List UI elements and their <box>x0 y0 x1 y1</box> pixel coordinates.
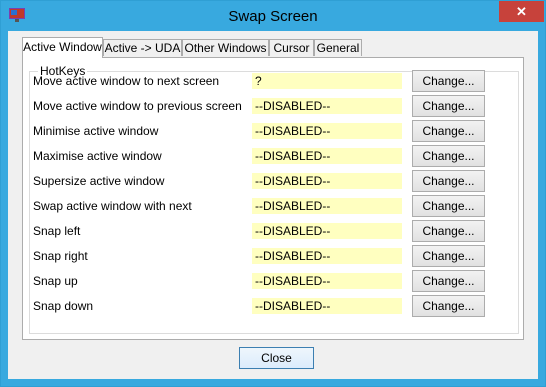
change-button[interactable]: Change... <box>412 145 485 167</box>
frame-bottom <box>1 379 545 386</box>
hotkey-row-previous-screen: Move active window to previous screen --… <box>30 95 520 117</box>
hotkey-row-snap-right: Snap right --DISABLED-- Change... <box>30 245 520 267</box>
hotkey-label: Snap right <box>33 249 88 263</box>
tab-cursor[interactable]: Cursor <box>269 39 314 56</box>
change-button[interactable]: Change... <box>412 170 485 192</box>
hotkey-value: --DISABLED-- <box>252 223 402 239</box>
change-button[interactable]: Change... <box>412 120 485 142</box>
hotkey-row-minimise: Minimise active window --DISABLED-- Chan… <box>30 120 520 142</box>
hotkey-label: Minimise active window <box>33 124 159 138</box>
tab-general[interactable]: General <box>314 39 362 56</box>
hotkey-value: --DISABLED-- <box>252 173 402 189</box>
change-button[interactable]: Change... <box>412 245 485 267</box>
hotkey-row-snap-left: Snap left --DISABLED-- Change... <box>30 220 520 242</box>
hotkey-row-next-screen: Move active window to next screen ? Chan… <box>30 70 520 92</box>
tab-active-window[interactable]: Active Window <box>22 37 103 58</box>
change-button[interactable]: Change... <box>412 295 485 317</box>
hotkey-value: ? <box>252 73 402 89</box>
dialog-client-area: Active Window Active -> UDA Other Window… <box>8 31 538 379</box>
hotkey-label: Supersize active window <box>33 174 165 188</box>
hotkey-value: --DISABLED-- <box>252 198 402 214</box>
hotkey-row-swap-next: Swap active window with next --DISABLED-… <box>30 195 520 217</box>
hotkey-row-maximise: Maximise active window --DISABLED-- Chan… <box>30 145 520 167</box>
hotkey-label: Maximise active window <box>33 149 162 163</box>
hotkey-value: --DISABLED-- <box>252 148 402 164</box>
hotkey-label: Snap up <box>33 274 78 288</box>
tab-active-uda[interactable]: Active -> UDA <box>103 39 182 56</box>
hotkey-value: --DISABLED-- <box>252 123 402 139</box>
hotkey-label: Move active window to previous screen <box>33 99 242 113</box>
frame-left <box>1 31 8 386</box>
hotkey-value: --DISABLED-- <box>252 273 402 289</box>
close-button[interactable]: Close <box>239 347 314 369</box>
close-icon: ✕ <box>516 3 527 19</box>
swap-screen-window: Swap Screen ✕ Active Window Active -> UD… <box>0 0 546 387</box>
tab-panel-active-window: HotKeys Move active window to next scree… <box>22 57 524 340</box>
window-title: Swap Screen <box>228 8 318 25</box>
hotkey-label: Snap left <box>33 224 81 238</box>
hotkey-row-snap-down: Snap down --DISABLED-- Change... <box>30 295 520 317</box>
change-button[interactable]: Change... <box>412 95 485 117</box>
hotkey-label: Snap down <box>33 299 94 313</box>
hotkey-value: --DISABLED-- <box>252 98 402 114</box>
hotkey-value: --DISABLED-- <box>252 298 402 314</box>
window-close-button[interactable]: ✕ <box>499 1 544 22</box>
hotkey-label: Move active window to next screen <box>33 74 220 88</box>
hotkey-label: Swap active window with next <box>33 199 192 213</box>
title-bar[interactable]: Swap Screen ✕ <box>1 1 545 31</box>
change-button[interactable]: Change... <box>412 195 485 217</box>
change-button[interactable]: Change... <box>412 270 485 292</box>
tab-other-windows[interactable]: Other Windows <box>182 39 269 56</box>
hotkey-value: --DISABLED-- <box>252 248 402 264</box>
frame-right <box>538 31 545 386</box>
change-button[interactable]: Change... <box>412 70 485 92</box>
hotkey-row-snap-up: Snap up --DISABLED-- Change... <box>30 270 520 292</box>
hotkey-row-supersize: Supersize active window --DISABLED-- Cha… <box>30 170 520 192</box>
hotkeys-group: HotKeys Move active window to next scree… <box>29 64 520 334</box>
change-button[interactable]: Change... <box>412 220 485 242</box>
